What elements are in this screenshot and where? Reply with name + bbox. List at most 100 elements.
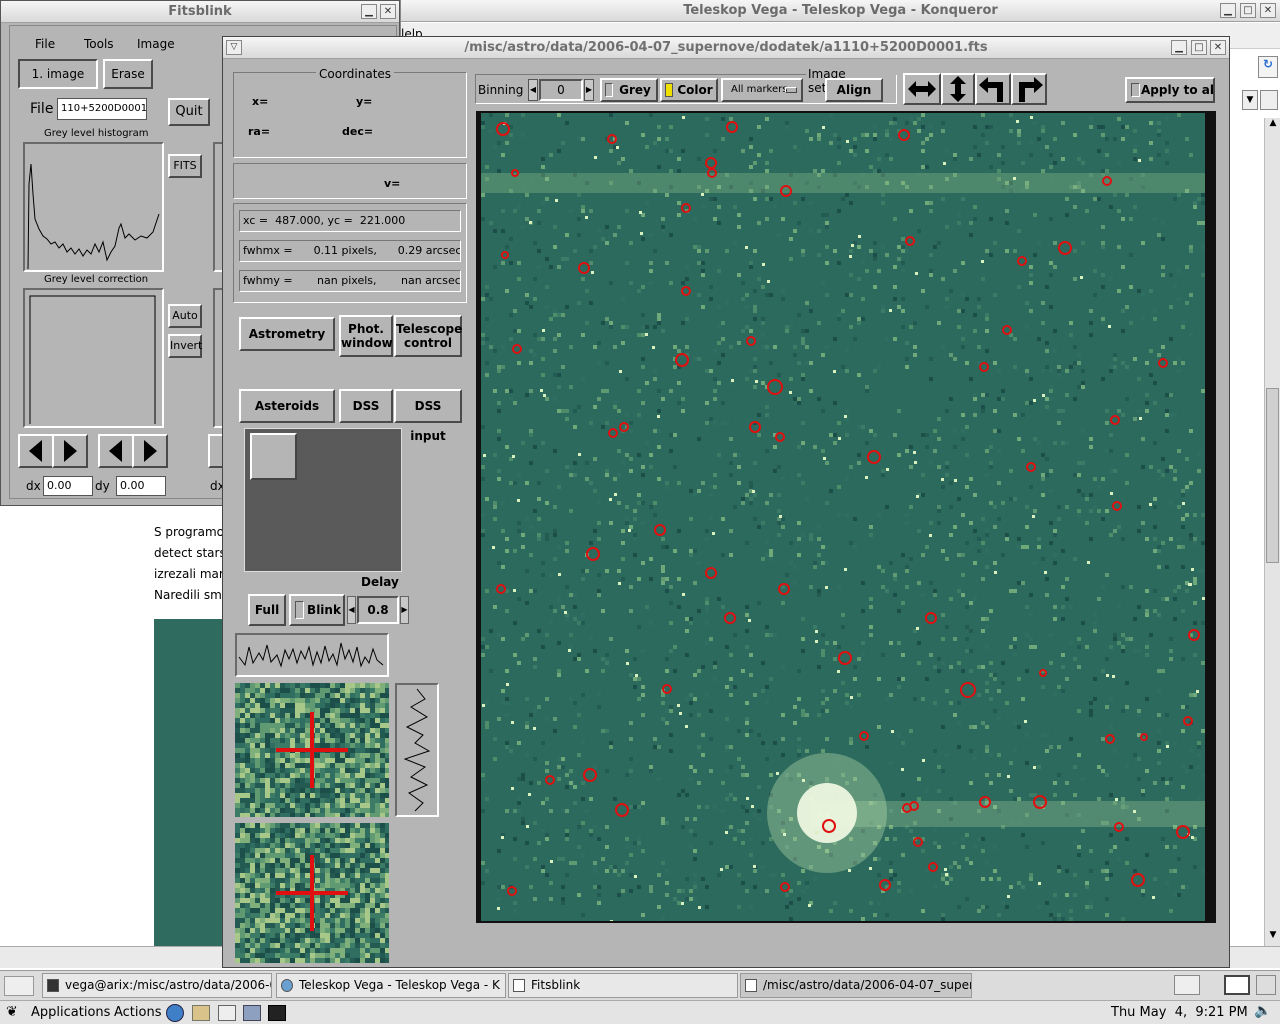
text-line: izrezali mar [154,567,222,581]
zoom-view-1[interactable] [235,683,389,817]
scroll-up-icon[interactable]: ▲ [1265,118,1280,134]
correction-curve [29,295,156,424]
minimize-icon[interactable]: ▁ [1171,40,1187,55]
workspace-switcher-1[interactable] [1174,975,1200,995]
volume-icon[interactable]: 🔈 [1254,1003,1271,1019]
histogram-plot [23,142,164,272]
blink-toggle[interactable]: Blink [289,594,345,626]
browser-launcher-icon[interactable] [166,1004,184,1022]
workspace-switcher-3[interactable] [1256,975,1276,995]
horizontal-arrows-icon [908,81,936,97]
rotate-right-button[interactable] [1011,73,1047,105]
telescope-label-2: control [404,336,452,350]
telescope-control-button[interactable]: Telescope control [394,315,462,357]
combo-arrow-icon[interactable]: ▼ [1242,90,1258,110]
actions-menu[interactable]: Actions [114,1005,162,1020]
files-launcher-icon[interactable] [243,1005,261,1021]
image-titlebar[interactable]: /misc/astro/data/2006-04-07_supernove/do… [223,37,1229,59]
close-icon[interactable]: ✕ [380,4,396,19]
dy-field[interactable]: 0.00 [116,476,166,496]
dx-field[interactable]: 0.00 [43,476,93,496]
binning-field[interactable]: 0 [539,79,583,101]
histogram-curve [27,163,160,270]
flip-vertical-button[interactable] [941,73,975,105]
text-line: Naredili sm [154,588,222,602]
file-field[interactable]: 110+5200D0001.f [57,98,147,120]
task-image-window[interactable]: /misc/astro/data/2006-04-07_supern [740,973,972,998]
menu-file[interactable]: File [35,37,55,51]
blink-preview [244,428,402,572]
prev-button[interactable] [18,434,54,468]
blink-thumbnail[interactable] [250,433,297,480]
image-select-button[interactable]: 1. image [18,59,98,89]
asteroids-button[interactable]: Asteroids [239,389,335,423]
image-window: /misc/astro/data/2006-04-07_supernove/do… [222,36,1230,968]
invert-button[interactable]: Invert [168,334,202,358]
terminal-launcher-icon[interactable] [268,1005,286,1021]
maximize-icon[interactable]: □ [1240,3,1256,18]
rotate-left-button[interactable] [975,73,1011,105]
prev2-button[interactable] [98,434,134,468]
align-button[interactable]: Align [825,78,883,102]
zoom-view-2[interactable] [235,823,389,963]
mail-launcher-icon[interactable] [192,1005,210,1021]
flip-horizontal-button[interactable] [903,73,941,105]
maximize-icon[interactable]: □ [1191,40,1207,55]
dy-label: dy [95,479,110,493]
auto-button[interactable]: Auto [168,304,202,328]
scroll-thumb[interactable] [1266,388,1279,563]
ra-label: ra= [248,125,271,138]
editor-launcher-icon[interactable] [218,1005,236,1021]
delay-field[interactable]: 0.8 [357,596,399,624]
delay-decrease-icon[interactable]: ◀ [347,596,356,624]
fits-button[interactable]: FITS [168,154,202,178]
task-konqueror[interactable]: Teleskop Vega - Teleskop Vega - K [276,973,506,998]
task-fitsblink[interactable]: Fitsblink [508,973,738,998]
konqueror-small-icon[interactable] [1260,90,1278,110]
foot-logo-icon[interactable]: ❦ [6,1004,18,1020]
correction-label: Grey level correction [44,274,149,285]
next2-button[interactable] [132,434,168,468]
grey-toggle[interactable]: Grey [600,78,658,102]
binning-increase-icon[interactable]: ▶ [584,79,594,101]
next-button[interactable] [52,434,88,468]
fitsblink-titlebar[interactable]: Fitsblink [1,1,399,23]
phot-window-button[interactable]: Phot. window [339,315,393,357]
quit-button[interactable]: Quit [168,98,210,126]
full-button[interactable]: Full [248,594,286,626]
markers-label: All markers [731,84,788,95]
fwhmx-readout: fwhmx = 0.11 pixels, 0.29 arcsec [239,240,461,262]
close-icon[interactable]: ✕ [1210,40,1226,55]
markers-select[interactable]: All markers [721,78,803,102]
apply-to-all-toggle[interactable]: Apply to all [1125,77,1215,103]
window-menu-icon[interactable]: ▽ [226,40,242,55]
dss-button[interactable]: DSS [339,389,393,423]
fwhmy-readout: fwhmy = nan pixels, nan arcsec [239,270,461,292]
dss-input-button[interactable]: DSS input [394,389,462,443]
konqueror-titlebar[interactable]: Teleskop Vega - Teleskop Vega - Konquero… [401,0,1280,22]
delay-increase-icon[interactable]: ▶ [400,596,409,624]
delay-label: Delay [361,575,399,589]
grey-indicator [605,83,613,97]
konqueror-go-icon[interactable]: ↻ [1258,56,1278,78]
task-terminal[interactable]: vega@arix:/misc/astro/data/2006-04 [42,973,272,998]
erase-button[interactable]: Erase [103,59,153,89]
color-toggle[interactable]: Color [660,78,718,102]
binning-decrease-icon[interactable]: ◀ [528,79,538,101]
coordinates-group: Coordinates x= y= ra= dec= [233,67,467,158]
close-icon[interactable]: ✕ [1260,3,1276,18]
show-desktop-icon[interactable] [4,976,34,996]
minimize-icon[interactable]: ▁ [361,4,377,19]
arrow-left-icon [29,440,42,462]
scroll-down-icon[interactable]: ▼ [1265,930,1280,946]
star-field-image[interactable] [481,113,1205,921]
file-label: File [30,101,54,117]
applications-menu[interactable]: Applications [31,1005,110,1020]
menu-image[interactable]: Image [137,37,175,51]
dropdown-icon [785,87,797,93]
minimize-icon[interactable]: ▁ [1220,3,1236,18]
workspace-switcher-2[interactable] [1224,975,1250,995]
menu-tools[interactable]: Tools [84,37,114,51]
astrometry-button[interactable]: Astrometry [239,317,335,351]
konqueror-scrollbar[interactable]: ▲ ▼ [1264,118,1280,946]
